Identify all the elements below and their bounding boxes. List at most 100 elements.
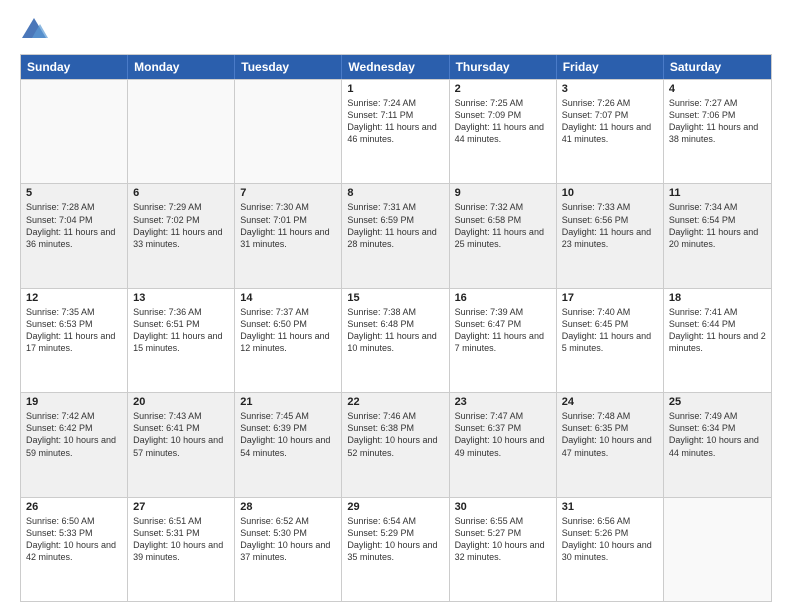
cell-info: Sunrise: 7:49 AM Sunset: 6:34 PM Dayligh… <box>669 410 766 459</box>
day-number: 27 <box>133 501 229 513</box>
cal-cell-7: 7 Sunrise: 7:30 AM Sunset: 7:01 PM Daylig… <box>235 184 342 287</box>
cell-info: Sunrise: 7:24 AM Sunset: 7:11 PM Dayligh… <box>347 97 443 146</box>
cell-info: Sunrise: 6:54 AM Sunset: 5:29 PM Dayligh… <box>347 515 443 564</box>
cell-info: Sunrise: 7:45 AM Sunset: 6:39 PM Dayligh… <box>240 410 336 459</box>
logo-icon <box>20 16 48 44</box>
cell-info: Sunrise: 6:52 AM Sunset: 5:30 PM Dayligh… <box>240 515 336 564</box>
cal-cell-12: 12 Sunrise: 7:35 AM Sunset: 6:53 PM Dayli… <box>21 289 128 392</box>
cal-cell-6: 6Sunrise: 7:29 AM Sunset: 7:02 PM Daylig… <box>128 184 235 287</box>
cal-cell-18: 18 Sunrise: 7:41 AM Sunset: 6:44 PM Dayli… <box>664 289 771 392</box>
cell-info: Sunrise: 7:41 AM Sunset: 6:44 PM Dayligh… <box>669 306 766 355</box>
day-number: 1 <box>347 83 443 95</box>
cell-info: Sunrise: 7:46 AM Sunset: 6:38 PM Dayligh… <box>347 410 443 459</box>
cell-info: Sunrise: 6:56 AM Sunset: 5:26 PM Dayligh… <box>562 515 658 564</box>
cal-cell-22: 22 Sunrise: 7:46 AM Sunset: 6:38 PM Dayli… <box>342 393 449 496</box>
cell-info: Sunrise: 6:51 AM Sunset: 5:31 PM Dayligh… <box>133 515 229 564</box>
calendar-header: SundayMondayTuesdayWednesdayThursdayFrid… <box>21 55 771 79</box>
day-number: 6 <box>133 187 229 199</box>
cell-info: Sunrise: 7:30 AM Sunset: 7:01 PM Dayligh… <box>240 201 336 250</box>
header <box>20 16 772 44</box>
header-day-sunday: Sunday <box>21 55 128 79</box>
day-number: 13 <box>133 292 229 304</box>
header-day-thursday: Thursday <box>450 55 557 79</box>
cell-info: Sunrise: 6:50 AM Sunset: 5:33 PM Dayligh… <box>26 515 122 564</box>
calendar-body: 1 Sunrise: 7:24 AM Sunset: 7:11 PM Daylig… <box>21 79 771 601</box>
day-number: 5 <box>26 187 122 199</box>
day-number: 30 <box>455 501 551 513</box>
cal-cell-20: 20 Sunrise: 7:43 AM Sunset: 6:41 PM Dayli… <box>128 393 235 496</box>
cell-info: Sunrise: 7:33 AM Sunset: 6:56 PM Dayligh… <box>562 201 658 250</box>
day-number: 18 <box>669 292 766 304</box>
header-day-saturday: Saturday <box>664 55 771 79</box>
page: SundayMondayTuesdayWednesdayThursdayFrid… <box>0 0 792 612</box>
cal-cell-24: 24 Sunrise: 7:48 AM Sunset: 6:35 PM Dayli… <box>557 393 664 496</box>
cell-info: Sunrise: 7:31 AM Sunset: 6:59 PM Dayligh… <box>347 201 443 250</box>
day-number: 25 <box>669 396 766 408</box>
calendar-row-1: 1 Sunrise: 7:24 AM Sunset: 7:11 PM Daylig… <box>21 79 771 183</box>
day-number: 10 <box>562 187 658 199</box>
cal-cell-25: 25 Sunrise: 7:49 AM Sunset: 6:34 PM Dayli… <box>664 393 771 496</box>
day-number: 4 <box>669 83 766 95</box>
cell-info: Sunrise: 7:32 AM Sunset: 6:58 PM Dayligh… <box>455 201 551 250</box>
cal-cell-1: 1 Sunrise: 7:24 AM Sunset: 7:11 PM Daylig… <box>342 80 449 183</box>
cell-info: Sunrise: 7:25 AM Sunset: 7:09 PM Dayligh… <box>455 97 551 146</box>
cal-cell-2: 2Sunrise: 7:25 AM Sunset: 7:09 PM Daylig… <box>450 80 557 183</box>
cell-info: Sunrise: 7:35 AM Sunset: 6:53 PM Dayligh… <box>26 306 122 355</box>
cal-cell-empty-2 <box>235 80 342 183</box>
logo <box>20 16 52 44</box>
day-number: 7 <box>240 187 336 199</box>
cal-cell-21: 21 Sunrise: 7:45 AM Sunset: 6:39 PM Dayli… <box>235 393 342 496</box>
cal-cell-26: 26 Sunrise: 6:50 AM Sunset: 5:33 PM Dayli… <box>21 498 128 601</box>
day-number: 29 <box>347 501 443 513</box>
day-number: 16 <box>455 292 551 304</box>
header-day-tuesday: Tuesday <box>235 55 342 79</box>
calendar-row-3: 12 Sunrise: 7:35 AM Sunset: 6:53 PM Dayli… <box>21 288 771 392</box>
cal-cell-19: 19 Sunrise: 7:42 AM Sunset: 6:42 PM Dayli… <box>21 393 128 496</box>
day-number: 8 <box>347 187 443 199</box>
header-day-friday: Friday <box>557 55 664 79</box>
day-number: 12 <box>26 292 122 304</box>
cal-cell-17: 17Sunrise: 7:40 AM Sunset: 6:45 PM Dayli… <box>557 289 664 392</box>
cal-cell-empty-1 <box>128 80 235 183</box>
day-number: 24 <box>562 396 658 408</box>
day-number: 26 <box>26 501 122 513</box>
cal-cell-14: 14 Sunrise: 7:37 AM Sunset: 6:50 PM Dayli… <box>235 289 342 392</box>
cell-info: Sunrise: 7:34 AM Sunset: 6:54 PM Dayligh… <box>669 201 766 250</box>
day-number: 28 <box>240 501 336 513</box>
cal-cell-29: 29 Sunrise: 6:54 AM Sunset: 5:29 PM Dayli… <box>342 498 449 601</box>
cell-info: Sunrise: 7:42 AM Sunset: 6:42 PM Dayligh… <box>26 410 122 459</box>
cell-info: Sunrise: 7:28 AM Sunset: 7:04 PM Dayligh… <box>26 201 122 250</box>
cell-info: Sunrise: 7:38 AM Sunset: 6:48 PM Dayligh… <box>347 306 443 355</box>
cell-info: Sunrise: 7:26 AM Sunset: 7:07 PM Dayligh… <box>562 97 658 146</box>
header-day-wednesday: Wednesday <box>342 55 449 79</box>
day-number: 21 <box>240 396 336 408</box>
cell-info: Sunrise: 7:40 AM Sunset: 6:45 PM Dayligh… <box>562 306 658 355</box>
cal-cell-30: 30Sunrise: 6:55 AM Sunset: 5:27 PM Dayli… <box>450 498 557 601</box>
cal-cell-8: 8 Sunrise: 7:31 AM Sunset: 6:59 PM Daylig… <box>342 184 449 287</box>
day-number: 22 <box>347 396 443 408</box>
calendar-row-4: 19 Sunrise: 7:42 AM Sunset: 6:42 PM Dayli… <box>21 392 771 496</box>
calendar-row-2: 5 Sunrise: 7:28 AM Sunset: 7:04 PM Daylig… <box>21 183 771 287</box>
day-number: 19 <box>26 396 122 408</box>
cell-info: Sunrise: 7:48 AM Sunset: 6:35 PM Dayligh… <box>562 410 658 459</box>
day-number: 15 <box>347 292 443 304</box>
cal-cell-empty-0 <box>21 80 128 183</box>
cal-cell-13: 13 Sunrise: 7:36 AM Sunset: 6:51 PM Dayli… <box>128 289 235 392</box>
cell-info: Sunrise: 7:43 AM Sunset: 6:41 PM Dayligh… <box>133 410 229 459</box>
cal-cell-11: 11Sunrise: 7:34 AM Sunset: 6:54 PM Dayli… <box>664 184 771 287</box>
cal-cell-16: 16 Sunrise: 7:39 AM Sunset: 6:47 PM Dayli… <box>450 289 557 392</box>
day-number: 9 <box>455 187 551 199</box>
cal-cell-3: 3 Sunrise: 7:26 AM Sunset: 7:07 PM Daylig… <box>557 80 664 183</box>
cell-info: Sunrise: 7:36 AM Sunset: 6:51 PM Dayligh… <box>133 306 229 355</box>
cal-cell-4: 4Sunrise: 7:27 AM Sunset: 7:06 PM Daylig… <box>664 80 771 183</box>
day-number: 3 <box>562 83 658 95</box>
day-number: 20 <box>133 396 229 408</box>
cal-cell-23: 23Sunrise: 7:47 AM Sunset: 6:37 PM Dayli… <box>450 393 557 496</box>
cell-info: Sunrise: 7:39 AM Sunset: 6:47 PM Dayligh… <box>455 306 551 355</box>
cal-cell-15: 15 Sunrise: 7:38 AM Sunset: 6:48 PM Dayli… <box>342 289 449 392</box>
cell-info: Sunrise: 7:37 AM Sunset: 6:50 PM Dayligh… <box>240 306 336 355</box>
cal-cell-27: 27 Sunrise: 6:51 AM Sunset: 5:31 PM Dayli… <box>128 498 235 601</box>
day-number: 23 <box>455 396 551 408</box>
header-day-monday: Monday <box>128 55 235 79</box>
day-number: 14 <box>240 292 336 304</box>
